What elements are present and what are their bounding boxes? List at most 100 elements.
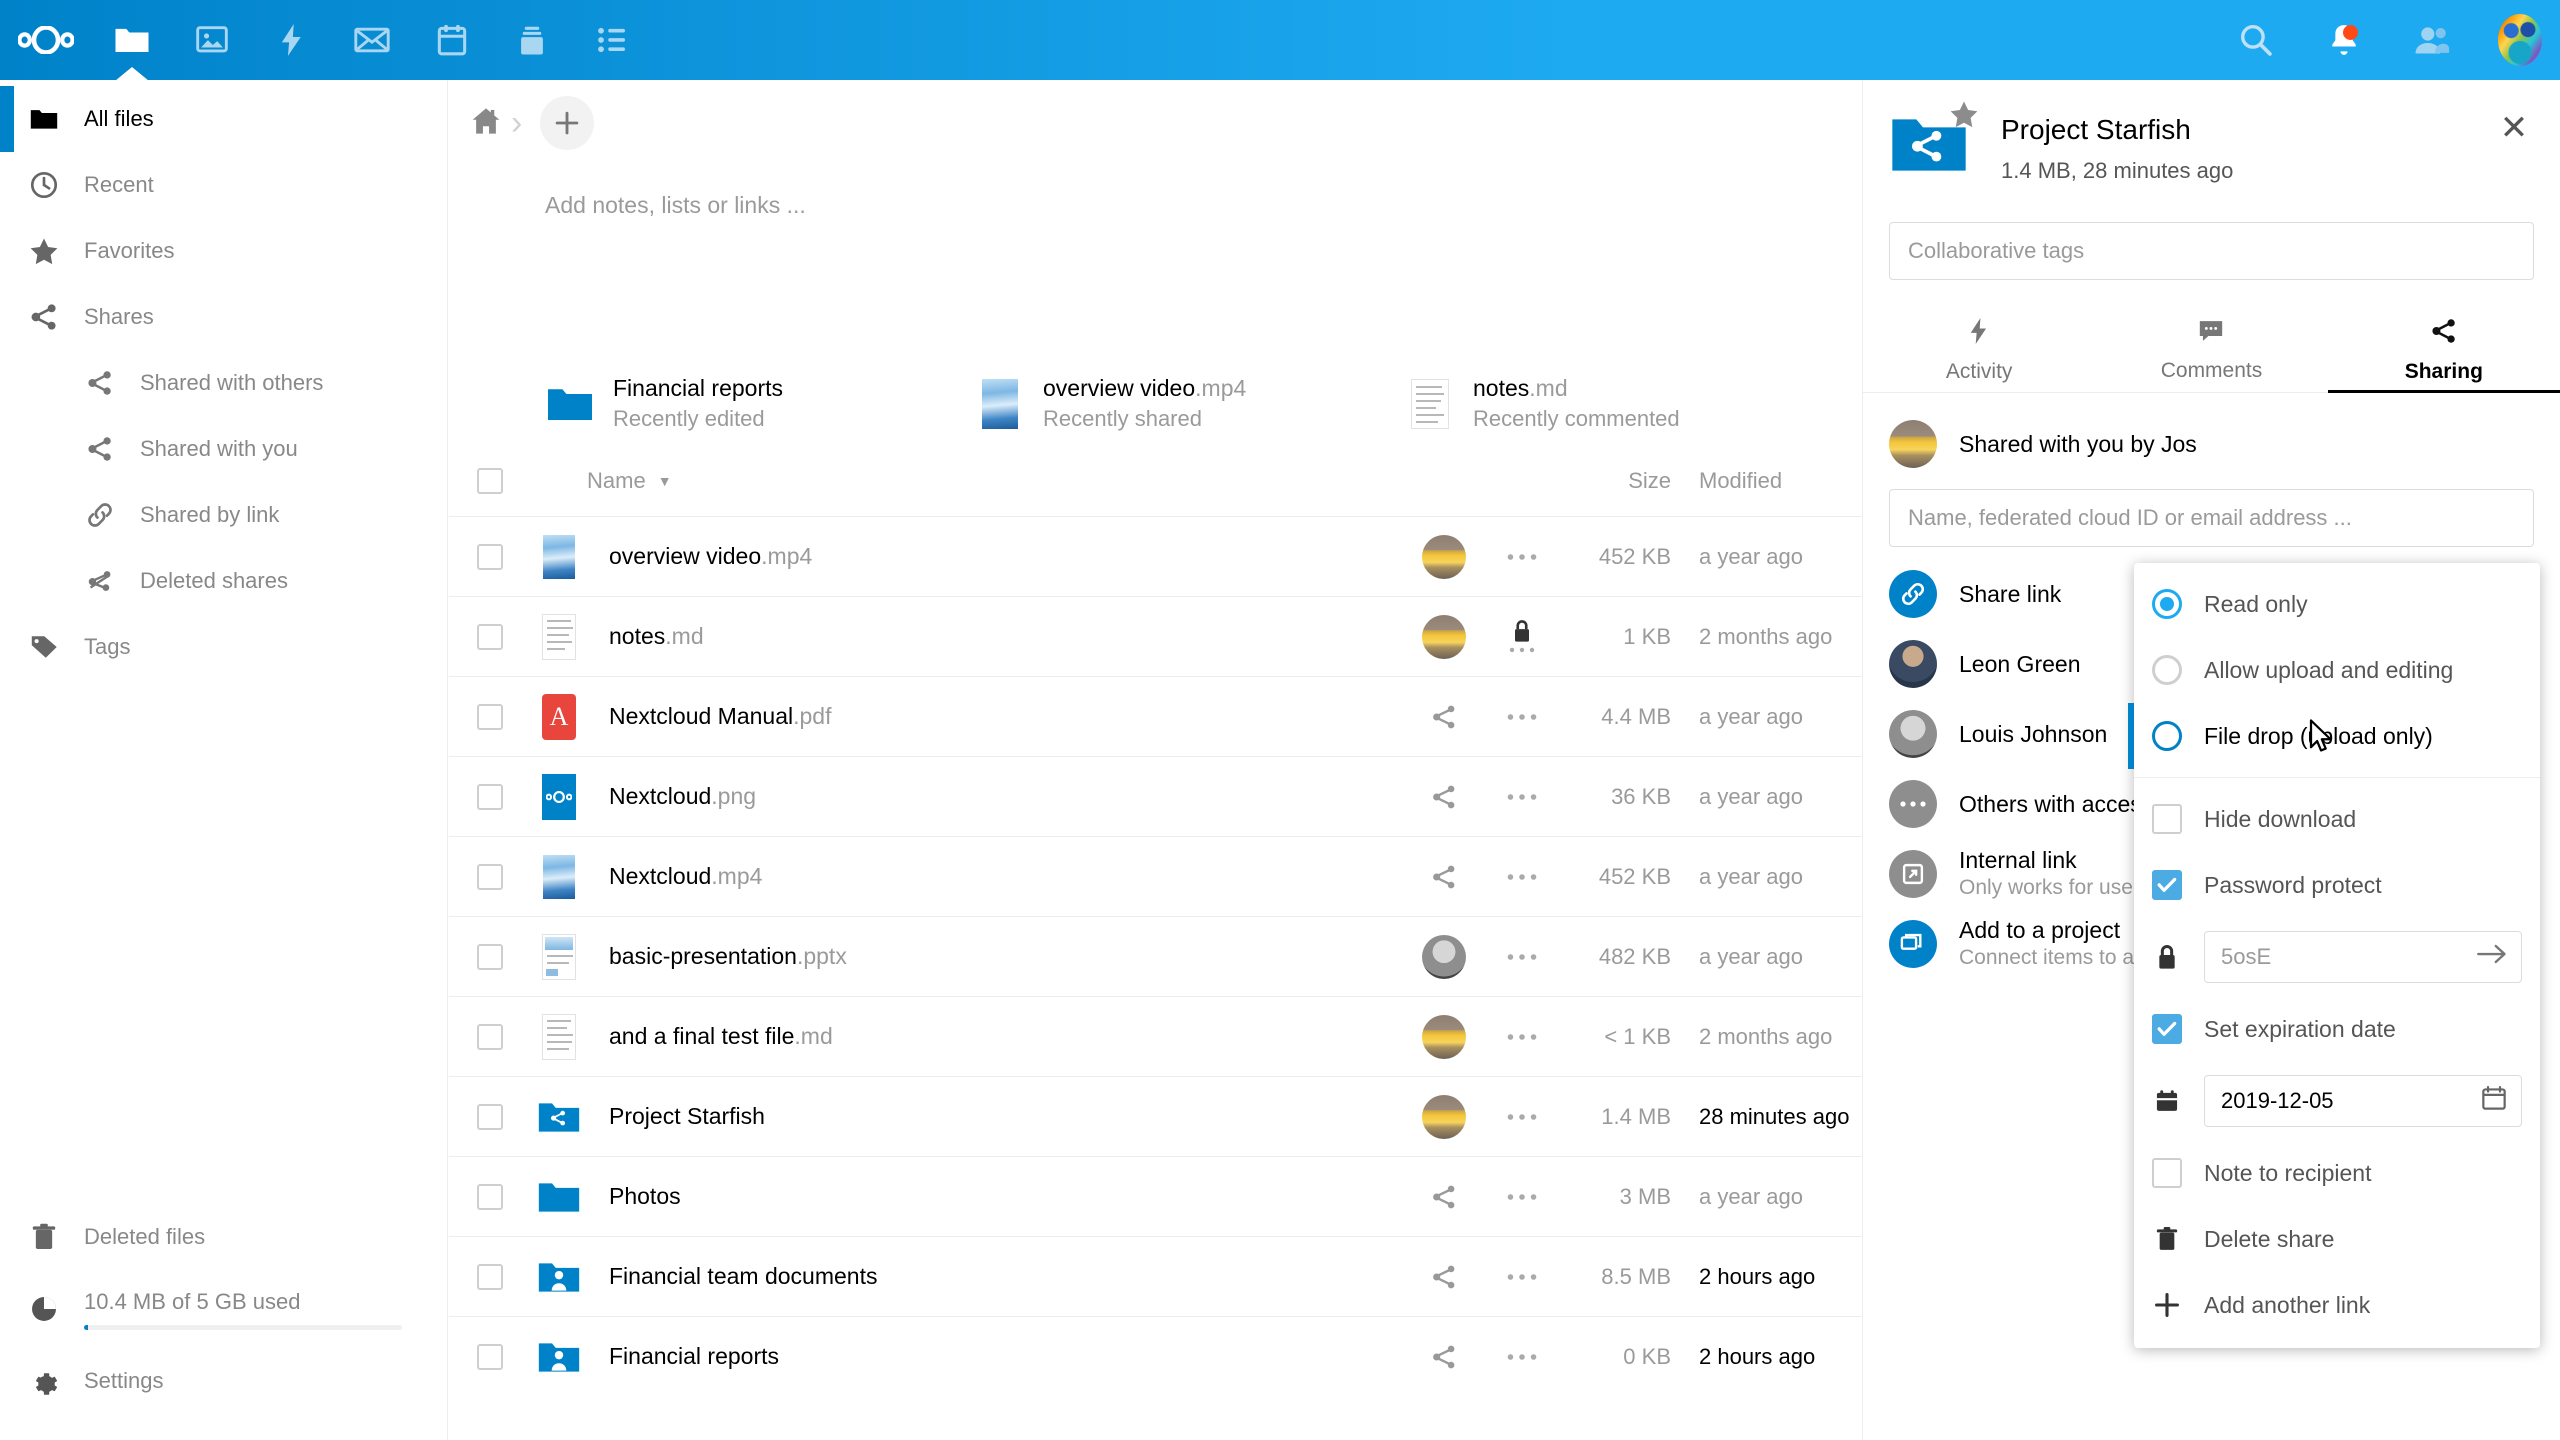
select-all-checkbox[interactable] xyxy=(449,468,531,494)
share-avatar[interactable] xyxy=(1405,1094,1483,1139)
sidebar-item-shared-with-others[interactable]: Shared with others xyxy=(0,350,447,416)
home-icon[interactable] xyxy=(471,107,501,140)
recent-card[interactable]: overview video.mp4 Recently shared xyxy=(975,362,1405,446)
table-row[interactable]: Financial team documents 8.5 MB 2 hours … xyxy=(449,1236,1861,1316)
password-input[interactable]: 5osE xyxy=(2204,931,2522,983)
notes-placeholder[interactable]: Add notes, lists or links ... xyxy=(449,166,1861,316)
table-row[interactable]: A Nextcloud Manual.pdf 4.4 MB a year ago xyxy=(449,676,1861,756)
new-file-button[interactable] xyxy=(540,96,595,150)
menu-option-hide-download[interactable]: Hide download xyxy=(2134,786,2540,852)
table-row[interactable]: notes.md 1 KB 2 months ago xyxy=(449,596,1861,676)
share-recipient-input[interactable]: Name, federated cloud ID or email addres… xyxy=(1889,489,2534,547)
close-icon[interactable]: ✕ xyxy=(2492,106,2536,150)
notifications-bell-icon[interactable] xyxy=(2322,18,2366,62)
tab-comments[interactable]: Comments xyxy=(2095,310,2327,392)
row-actions-menu[interactable] xyxy=(1483,1032,1561,1042)
row-checkbox[interactable] xyxy=(449,1263,531,1290)
app-link-mail[interactable] xyxy=(332,0,412,80)
nextcloud-logo-icon[interactable] xyxy=(0,0,92,80)
column-header-modified[interactable]: Modified xyxy=(1671,468,1861,494)
row-actions-menu[interactable] xyxy=(1483,712,1561,722)
sidebar-item-shared-by-link[interactable]: Shared by link xyxy=(0,482,447,548)
share-avatar[interactable] xyxy=(1405,934,1483,979)
menu-option-file-drop[interactable]: File drop (upload only) xyxy=(2128,703,2540,769)
table-row[interactable]: Nextcloud.mp4 452 KB a year ago xyxy=(449,836,1861,916)
sidebar-item-favorites[interactable]: Favorites xyxy=(0,218,447,284)
share-action-icon[interactable] xyxy=(1405,864,1483,890)
avatar[interactable] xyxy=(2498,14,2542,66)
app-link-tasks[interactable] xyxy=(572,0,652,80)
sidebar-item-shared-with-you[interactable]: Shared with you xyxy=(0,416,447,482)
row-actions-menu[interactable] xyxy=(1483,952,1561,962)
sidebar-item-settings[interactable]: Settings xyxy=(0,1348,447,1414)
row-checkbox[interactable] xyxy=(449,863,531,890)
share-action-icon[interactable] xyxy=(1405,1344,1483,1370)
row-actions-menu[interactable] xyxy=(1483,1272,1561,1282)
row-actions-menu[interactable] xyxy=(1483,1352,1561,1362)
row-actions-menu[interactable] xyxy=(1483,872,1561,882)
row-checkbox[interactable] xyxy=(449,623,531,650)
collaborative-tags-input[interactable]: Collaborative tags xyxy=(1889,222,2534,280)
table-row[interactable]: Nextcloud.png 36 KB a year ago xyxy=(449,756,1861,836)
app-link-photos[interactable] xyxy=(172,0,252,80)
app-link-activity[interactable] xyxy=(252,0,332,80)
row-actions-menu[interactable] xyxy=(1483,1112,1561,1122)
recent-card[interactable]: Financial reports Recently edited xyxy=(545,362,975,446)
menu-action-add-another-link[interactable]: Add another link xyxy=(2134,1272,2540,1338)
column-header-size[interactable]: Size xyxy=(1561,468,1671,494)
sidebar-item-shares[interactable]: Shares xyxy=(0,284,447,350)
row-actions-menu[interactable] xyxy=(1483,792,1561,802)
row-checkbox[interactable] xyxy=(449,1183,531,1210)
tab-activity[interactable]: Activity xyxy=(1863,310,2095,392)
menu-option-note-to-recipient[interactable]: Note to recipient xyxy=(2134,1140,2540,1206)
calendar-picker-icon[interactable] xyxy=(2481,1085,2507,1117)
row-checkbox[interactable] xyxy=(449,703,531,730)
menu-action-delete-share[interactable]: Delete share xyxy=(2134,1206,2540,1272)
share-avatar[interactable] xyxy=(1405,614,1483,659)
row-actions-menu[interactable] xyxy=(1483,552,1561,562)
top-app-bar xyxy=(0,0,2560,80)
column-header-name[interactable]: Name xyxy=(531,468,646,494)
share-action-icon[interactable] xyxy=(1405,1264,1483,1290)
row-actions-menu[interactable] xyxy=(1483,619,1561,654)
arrow-right-icon[interactable] xyxy=(2477,944,2507,970)
menu-option-allow-upload-editing[interactable]: Allow upload and editing xyxy=(2134,637,2540,703)
contacts-icon[interactable] xyxy=(2410,18,2454,62)
sidebar-item-recent[interactable]: Recent xyxy=(0,152,447,218)
tab-sharing[interactable]: Sharing xyxy=(2327,310,2560,393)
expiration-date-input[interactable]: 2019-12-05 xyxy=(2204,1075,2522,1127)
sidebar-item-all-files[interactable]: All files xyxy=(0,86,447,152)
menu-option-password-protect[interactable]: Password protect xyxy=(2134,852,2540,918)
table-row[interactable]: Financial reports 0 KB 2 hours ago xyxy=(449,1316,1861,1396)
share-avatar[interactable] xyxy=(1405,534,1483,579)
sidebar-item-deleted-shares[interactable]: Deleted shares xyxy=(0,548,447,614)
row-checkbox[interactable] xyxy=(449,1103,531,1130)
table-row[interactable]: overview video.mp4 452 KB a year ago xyxy=(449,516,1861,596)
share-action-icon[interactable] xyxy=(1405,784,1483,810)
search-icon[interactable] xyxy=(2234,18,2278,62)
table-row[interactable]: basic-presentation.pptx 482 KB a year ag… xyxy=(449,916,1861,996)
menu-option-read-only[interactable]: Read only xyxy=(2134,571,2540,637)
app-link-deck[interactable] xyxy=(492,0,572,80)
menu-option-set-expiration-date[interactable]: Set expiration date xyxy=(2134,996,2540,1062)
sidebar-item-tags[interactable]: Tags xyxy=(0,614,447,680)
table-row[interactable]: Project Starfish 1.4 MB 28 minutes ago xyxy=(449,1076,1861,1156)
row-checkbox[interactable] xyxy=(449,783,531,810)
share-avatar[interactable] xyxy=(1405,1014,1483,1059)
app-link-calendar[interactable] xyxy=(412,0,492,80)
row-checkbox[interactable] xyxy=(449,1343,531,1370)
storage-quota[interactable]: 10.4 MB of 5 GB used xyxy=(0,1270,447,1348)
share-action-icon[interactable] xyxy=(1405,704,1483,730)
app-link-files[interactable] xyxy=(92,0,172,80)
row-checkbox[interactable] xyxy=(449,943,531,970)
row-checkbox[interactable] xyxy=(449,543,531,570)
row-checkbox[interactable] xyxy=(449,1023,531,1050)
favorite-star-icon[interactable] xyxy=(1949,100,1979,133)
row-actions-menu[interactable] xyxy=(1483,1192,1561,1202)
table-row[interactable]: Photos 3 MB a year ago xyxy=(449,1156,1861,1236)
recent-card[interactable]: notes.md Recently commented xyxy=(1405,362,1835,446)
sort-indicator-icon[interactable]: ▼ xyxy=(646,473,672,489)
share-action-icon[interactable] xyxy=(1405,1184,1483,1210)
table-row[interactable]: and a final test file.md < 1 KB 2 months… xyxy=(449,996,1861,1076)
sidebar-item-deleted-files[interactable]: Deleted files xyxy=(0,1204,447,1270)
